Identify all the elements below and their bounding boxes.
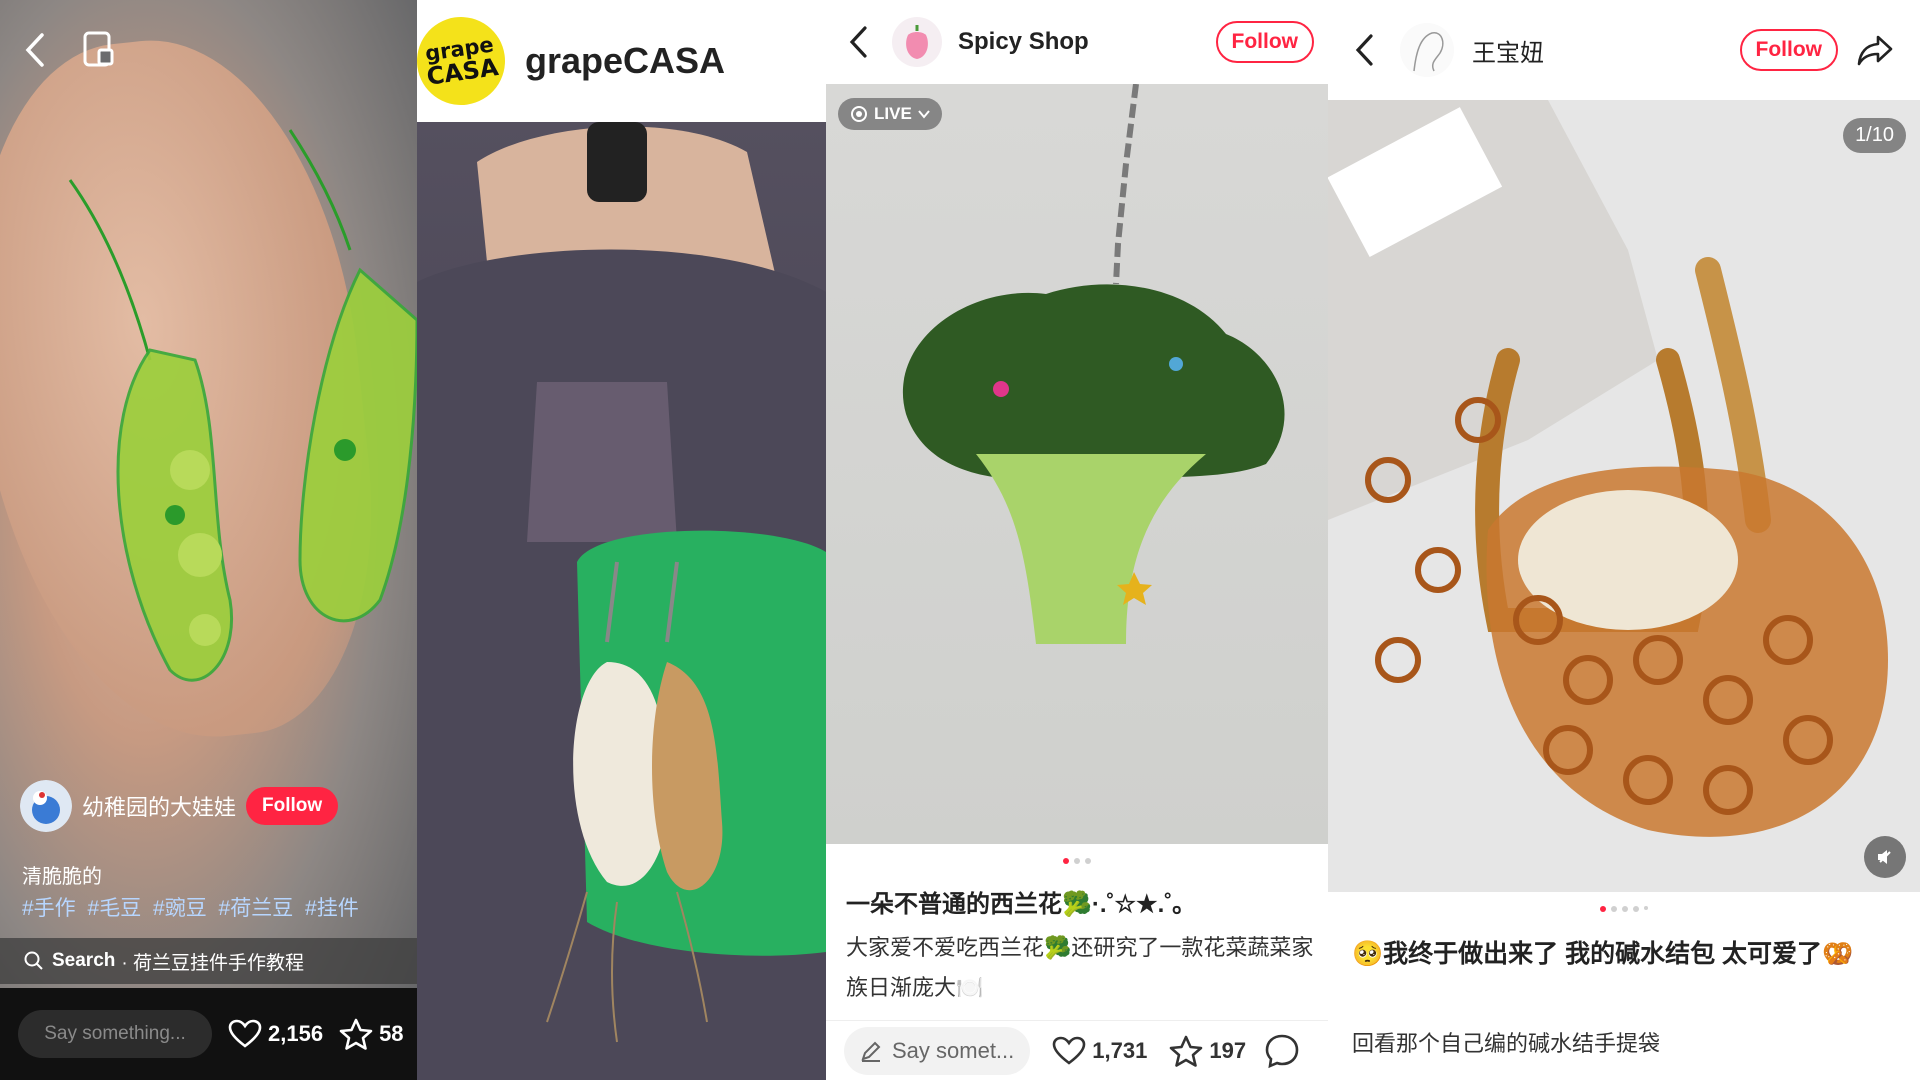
heart-icon <box>1052 1036 1086 1065</box>
carousel-dot <box>1074 858 1080 864</box>
carousel-dot <box>1622 906 1628 912</box>
like-count: 2,156 <box>268 1021 324 1046</box>
comment-bubble-icon[interactable] <box>1264 1033 1300 1069</box>
follow-button[interactable]: Follow <box>246 787 339 825</box>
carousel-dot <box>1633 906 1639 912</box>
profile-header: grape CASA grapeCASA <box>417 0 826 122</box>
back-arrow-icon[interactable] <box>1354 33 1374 67</box>
star-icon <box>339 1018 373 1050</box>
edamame-charms-illustration <box>68 129 417 682</box>
search-query: · 荷兰豆挂件手作教程 <box>121 952 304 974</box>
carousel-dot <box>1085 858 1091 864</box>
author-row: 幼稚园的大娃娃 Follow <box>20 780 339 832</box>
author-header: 王宝妞 Follow <box>1328 0 1920 100</box>
avatar[interactable] <box>892 17 942 67</box>
back-arrow-icon[interactable] <box>848 25 868 59</box>
speaker-mute-icon <box>1878 850 1891 864</box>
like-button[interactable]: 1,731 <box>1052 1036 1147 1066</box>
author-name[interactable]: 王宝妞 <box>1472 33 1544 68</box>
collect-button[interactable]: 58 <box>339 1018 404 1050</box>
photo-illustration <box>417 122 826 1080</box>
screen-cast-icon[interactable] <box>82 30 116 68</box>
collect-count: 197 <box>1209 1038 1247 1063</box>
search-icon <box>24 951 43 970</box>
avatar[interactable] <box>1400 23 1454 77</box>
post-title: 一朵不普通的西兰花🥦·.˚☆★.˚｡ <box>846 891 1185 918</box>
comment-input[interactable]: Say somet... <box>844 1027 1031 1075</box>
comment-input[interactable]: Say something... <box>18 1010 212 1058</box>
pretzel-bag-illustration <box>1328 100 1888 837</box>
heart-icon <box>228 1019 262 1048</box>
post-panel-pretzel-bag: 王宝妞 Follow 1/10 🥺我终于做出来了 我的碱水结包 太可爱了🥨 回看… <box>1328 0 1920 1080</box>
carousel-dot <box>1611 906 1617 912</box>
carousel-dot <box>1644 906 1648 910</box>
avatar[interactable] <box>20 780 72 832</box>
mute-button[interactable] <box>1864 836 1906 878</box>
post-body: 大家爱不爱吃西兰花🥦还研究了一款花菜蔬菜家族日渐庞大🍽️ <box>846 935 1314 1000</box>
pepper-icon <box>906 25 928 59</box>
post-title: 🥺我终于做出来了 我的碱水结包 太可爱了🥨 <box>1352 940 1854 968</box>
bottom-action-bar: Say somet... 1,731 197 <box>826 1020 1328 1080</box>
image-counter: 1/10 <box>1843 118 1906 153</box>
back-arrow-icon[interactable] <box>24 32 46 68</box>
product-photo[interactable]: 1/10 <box>1328 100 1920 892</box>
post-panel-broccoli: Spicy Shop Follow LIVE 一朵不普通的西兰花🥦·.˚☆★.˚… <box>826 0 1328 1080</box>
comment-placeholder: Say somet... <box>892 1038 1015 1063</box>
share-icon[interactable] <box>1856 34 1894 66</box>
product-photo[interactable]: LIVE <box>826 84 1328 844</box>
post-panel-grapecasa: grape CASA grapeCASA <box>417 0 826 1080</box>
hashtags[interactable]: #手作 #毛豆 #豌豆 #荷兰豆 #挂件 <box>22 892 359 922</box>
account-name[interactable]: grapeCASA <box>525 40 725 82</box>
collect-button[interactable]: 197 <box>1169 1035 1246 1067</box>
collect-count: 58 <box>379 1021 404 1046</box>
carousel-dots <box>1328 906 1920 912</box>
follow-button[interactable]: Follow <box>1739 29 1838 71</box>
top-bar <box>0 0 417 100</box>
like-button[interactable]: 2,156 <box>228 1019 323 1049</box>
post-caption: 清脆脆的 <box>22 866 102 888</box>
like-count: 1,731 <box>1092 1038 1148 1063</box>
star-icon <box>1170 1035 1203 1067</box>
author-name[interactable]: 幼稚园的大娃娃 <box>82 790 236 822</box>
shop-header: Spicy Shop Follow <box>826 0 1328 84</box>
brand-logo[interactable]: grape CASA <box>417 11 511 111</box>
follow-button[interactable]: Follow <box>1215 21 1314 63</box>
shop-name[interactable]: Spicy Shop <box>958 28 1089 56</box>
post-body: 回看那个自己编的碱水结手提袋 <box>1352 1031 1661 1056</box>
carousel-dot-active <box>1063 858 1069 864</box>
video-post-panel-edamame: 幼稚园的大娃娃 Follow 清脆脆的 #手作 #毛豆 #豌豆 #荷兰豆 #挂件… <box>0 0 417 1080</box>
post-photo <box>417 122 826 1080</box>
carousel-dot-active <box>1600 906 1606 912</box>
line-drawing-portrait-icon <box>1413 32 1444 72</box>
bottom-action-bar: Say something... 2,156 58 <box>0 988 417 1080</box>
pencil-icon <box>861 1041 881 1062</box>
broccoli-charm-illustration <box>902 84 1285 644</box>
related-search-bar[interactable]: Search · 荷兰豆挂件手作教程 <box>0 938 417 984</box>
search-label: Search <box>52 950 116 971</box>
carousel-dots <box>826 858 1328 864</box>
